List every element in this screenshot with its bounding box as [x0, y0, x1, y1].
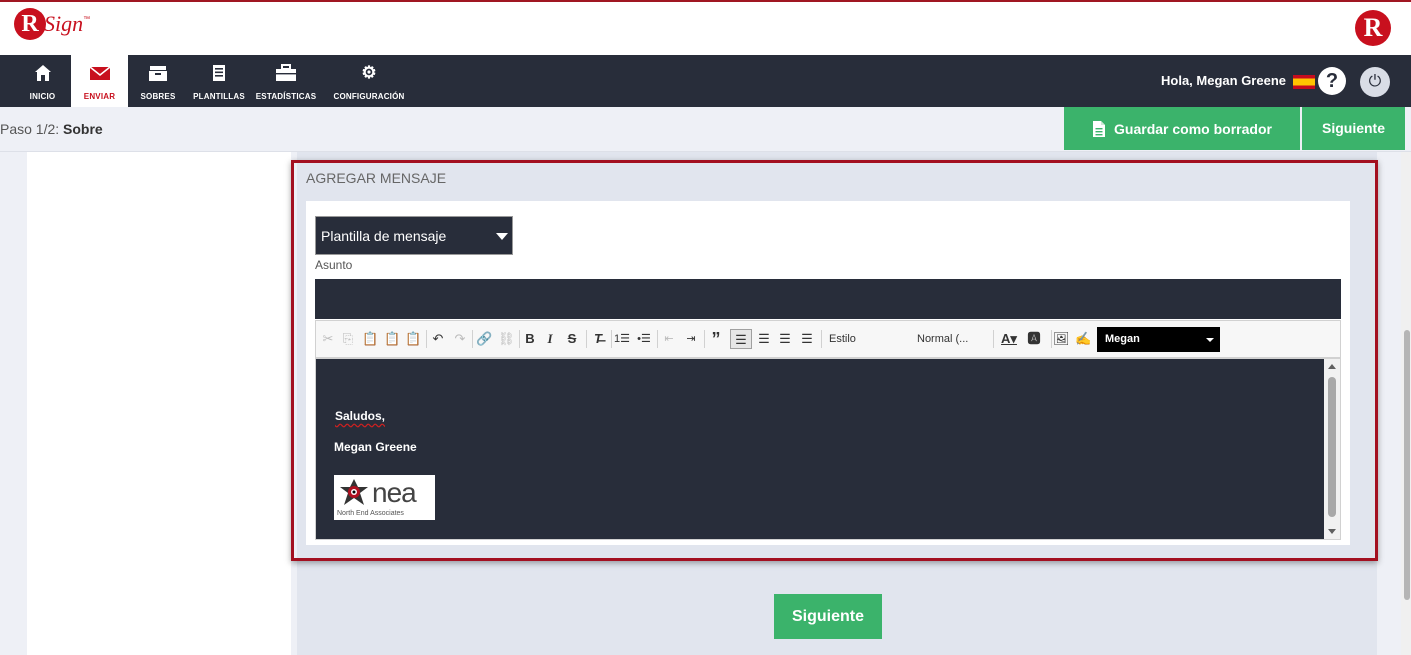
- main-navbar: INICIO ENVIAR SOBRES PLANTILLAS ESTADÍST…: [0, 55, 1411, 107]
- toolbar-separator: [993, 330, 994, 348]
- align-center-icon[interactable]: ☰: [756, 329, 772, 349]
- nav-label: CONFIGURACIÓN: [333, 92, 405, 101]
- toolbar-separator: [611, 330, 612, 348]
- nea-logo-icon: [340, 479, 368, 505]
- blockquote-icon[interactable]: ”: [708, 329, 724, 349]
- clear-format-icon[interactable]: T̶: [590, 329, 606, 349]
- style-dropdown[interactable]: Estilo: [829, 329, 909, 349]
- company-logo: R: [1355, 10, 1391, 46]
- paste-icon[interactable]: 📋: [362, 329, 378, 349]
- step-name: Sobre: [63, 121, 103, 137]
- logo-letter: R: [14, 8, 46, 40]
- spain-flag-icon[interactable]: [1293, 75, 1315, 89]
- user-greeting: Hola, Megan Greene: [1161, 73, 1286, 88]
- logo-text: Sign: [44, 11, 84, 36]
- align-justify-icon[interactable]: ☰: [799, 329, 815, 349]
- signature-logo-text: nea: [372, 477, 417, 508]
- toolbar-separator: [1051, 330, 1052, 348]
- image-icon[interactable]: 🖼: [1053, 329, 1070, 349]
- gear-icon: ⚙: [361, 63, 377, 82]
- align-left-icon[interactable]: ☰: [730, 329, 752, 349]
- format-dropdown[interactable]: Normal (...: [917, 329, 997, 349]
- copy-icon[interactable]: ⎘: [340, 329, 356, 349]
- nav-item-plantillas[interactable]: PLANTILLAS: [190, 55, 248, 107]
- toolbar-separator: [426, 330, 427, 348]
- envelope-icon: [71, 64, 128, 82]
- left-panel: [27, 152, 291, 655]
- toolbar-separator: [821, 330, 822, 348]
- indent-icon[interactable]: ⇥: [683, 329, 699, 349]
- signature-icon[interactable]: ✍: [1075, 329, 1091, 349]
- unlink-icon[interactable]: ⛓: [498, 329, 515, 349]
- cut-icon[interactable]: ✂: [320, 329, 336, 349]
- toolbar-separator: [519, 330, 520, 348]
- help-icon[interactable]: ?: [1318, 67, 1346, 95]
- signature-logo: nea North End Associates: [334, 475, 435, 520]
- subject-label: Asunto: [315, 258, 353, 272]
- nav-label: INICIO: [29, 92, 56, 101]
- toolbar-separator: [657, 330, 658, 348]
- next-button-bottom[interactable]: Siguiente: [774, 594, 882, 639]
- paste-text-icon[interactable]: 📋: [384, 329, 400, 349]
- nav-item-estadisticas[interactable]: ESTADÍSTICAS: [250, 55, 322, 107]
- nav-item-sobres[interactable]: SOBRES: [134, 55, 182, 107]
- undo-icon[interactable]: ↶: [430, 329, 446, 349]
- paste-word-icon[interactable]: 📋: [405, 329, 421, 349]
- nav-item-inicio[interactable]: INICIO: [14, 55, 71, 107]
- background-color-icon[interactable]: 🅰: [1023, 329, 1045, 349]
- toolbar-separator: [472, 330, 473, 348]
- signature-name: Megan Greene: [334, 440, 417, 454]
- font-select-value: Megan: [1105, 333, 1140, 345]
- inbox-icon: [134, 64, 182, 82]
- editor-scrollbar[interactable]: [1324, 359, 1340, 539]
- text-color-icon[interactable]: A▾: [998, 329, 1020, 349]
- link-icon[interactable]: 🔗: [476, 329, 492, 349]
- bullet-list-icon[interactable]: •☰: [636, 329, 652, 349]
- home-icon: [14, 64, 71, 82]
- briefcase-icon: [250, 64, 322, 82]
- subject-input[interactable]: [315, 279, 1341, 319]
- toolbar-separator: [704, 330, 705, 348]
- document-icon: [190, 64, 248, 82]
- bold-icon[interactable]: B: [522, 329, 538, 349]
- editor-scrollbar-thumb[interactable]: [1328, 377, 1336, 517]
- italic-icon[interactable]: I: [542, 329, 558, 349]
- nav-item-configuracion[interactable]: ⚙ CONFIGURACIÓN: [332, 55, 406, 107]
- save-draft-button[interactable]: Guardar como borrador: [1064, 107, 1300, 150]
- message-editor[interactable]: [315, 358, 1341, 540]
- signature-logo-subtext: North End Associates: [337, 510, 404, 517]
- align-right-icon[interactable]: ☰: [777, 329, 793, 349]
- nav-item-enviar[interactable]: ENVIAR: [71, 55, 128, 107]
- rsign-logo[interactable]: R Sign ™: [14, 8, 90, 40]
- step-prefix: Paso 1/2:: [0, 121, 60, 137]
- font-select[interactable]: Megan: [1097, 327, 1220, 352]
- step-bar: Paso 1/2: Sobre Guardar como borrador Si…: [0, 107, 1411, 152]
- nav-label: PLANTILLAS: [193, 92, 245, 101]
- page-scrollbar-thumb[interactable]: [1404, 330, 1410, 600]
- top-header: R Sign ™ R: [0, 0, 1411, 55]
- logo-tm: ™: [83, 15, 91, 23]
- chevron-down-icon: [496, 233, 508, 240]
- nav-label: SOBRES: [140, 92, 176, 101]
- editor-toolbar: ✂ ⎘ 📋 📋 📋 ↶ ↷ 🔗 ⛓ B I S T̶ 1☰ •☰ ⇤ ⇥ ” ☰…: [315, 320, 1341, 358]
- strikethrough-icon[interactable]: S: [564, 329, 580, 349]
- save-draft-label: Guardar como borrador: [1114, 120, 1272, 137]
- chevron-down-icon: [1206, 338, 1214, 342]
- outdent-icon[interactable]: ⇤: [661, 329, 677, 349]
- message-template-value: Plantilla de mensaje: [321, 228, 447, 244]
- file-icon: [1093, 120, 1106, 137]
- message-section-title: AGREGAR MENSAJE: [306, 170, 447, 186]
- nav-label: ENVIAR: [83, 92, 116, 101]
- scroll-down-icon[interactable]: [1328, 529, 1336, 534]
- toolbar-separator: [586, 330, 587, 348]
- numbered-list-icon[interactable]: 1☰: [614, 329, 630, 349]
- message-template-select[interactable]: Plantilla de mensaje: [315, 216, 513, 255]
- power-icon[interactable]: ⏻: [1360, 67, 1390, 97]
- step-indicator: Paso 1/2: Sobre: [0, 121, 103, 137]
- nav-label: ESTADÍSTICAS: [255, 92, 317, 101]
- next-button-top[interactable]: Siguiente: [1302, 107, 1405, 150]
- redo-icon[interactable]: ↷: [452, 329, 468, 349]
- signature-greeting: Saludos,: [335, 409, 386, 423]
- scroll-up-icon[interactable]: [1328, 364, 1336, 369]
